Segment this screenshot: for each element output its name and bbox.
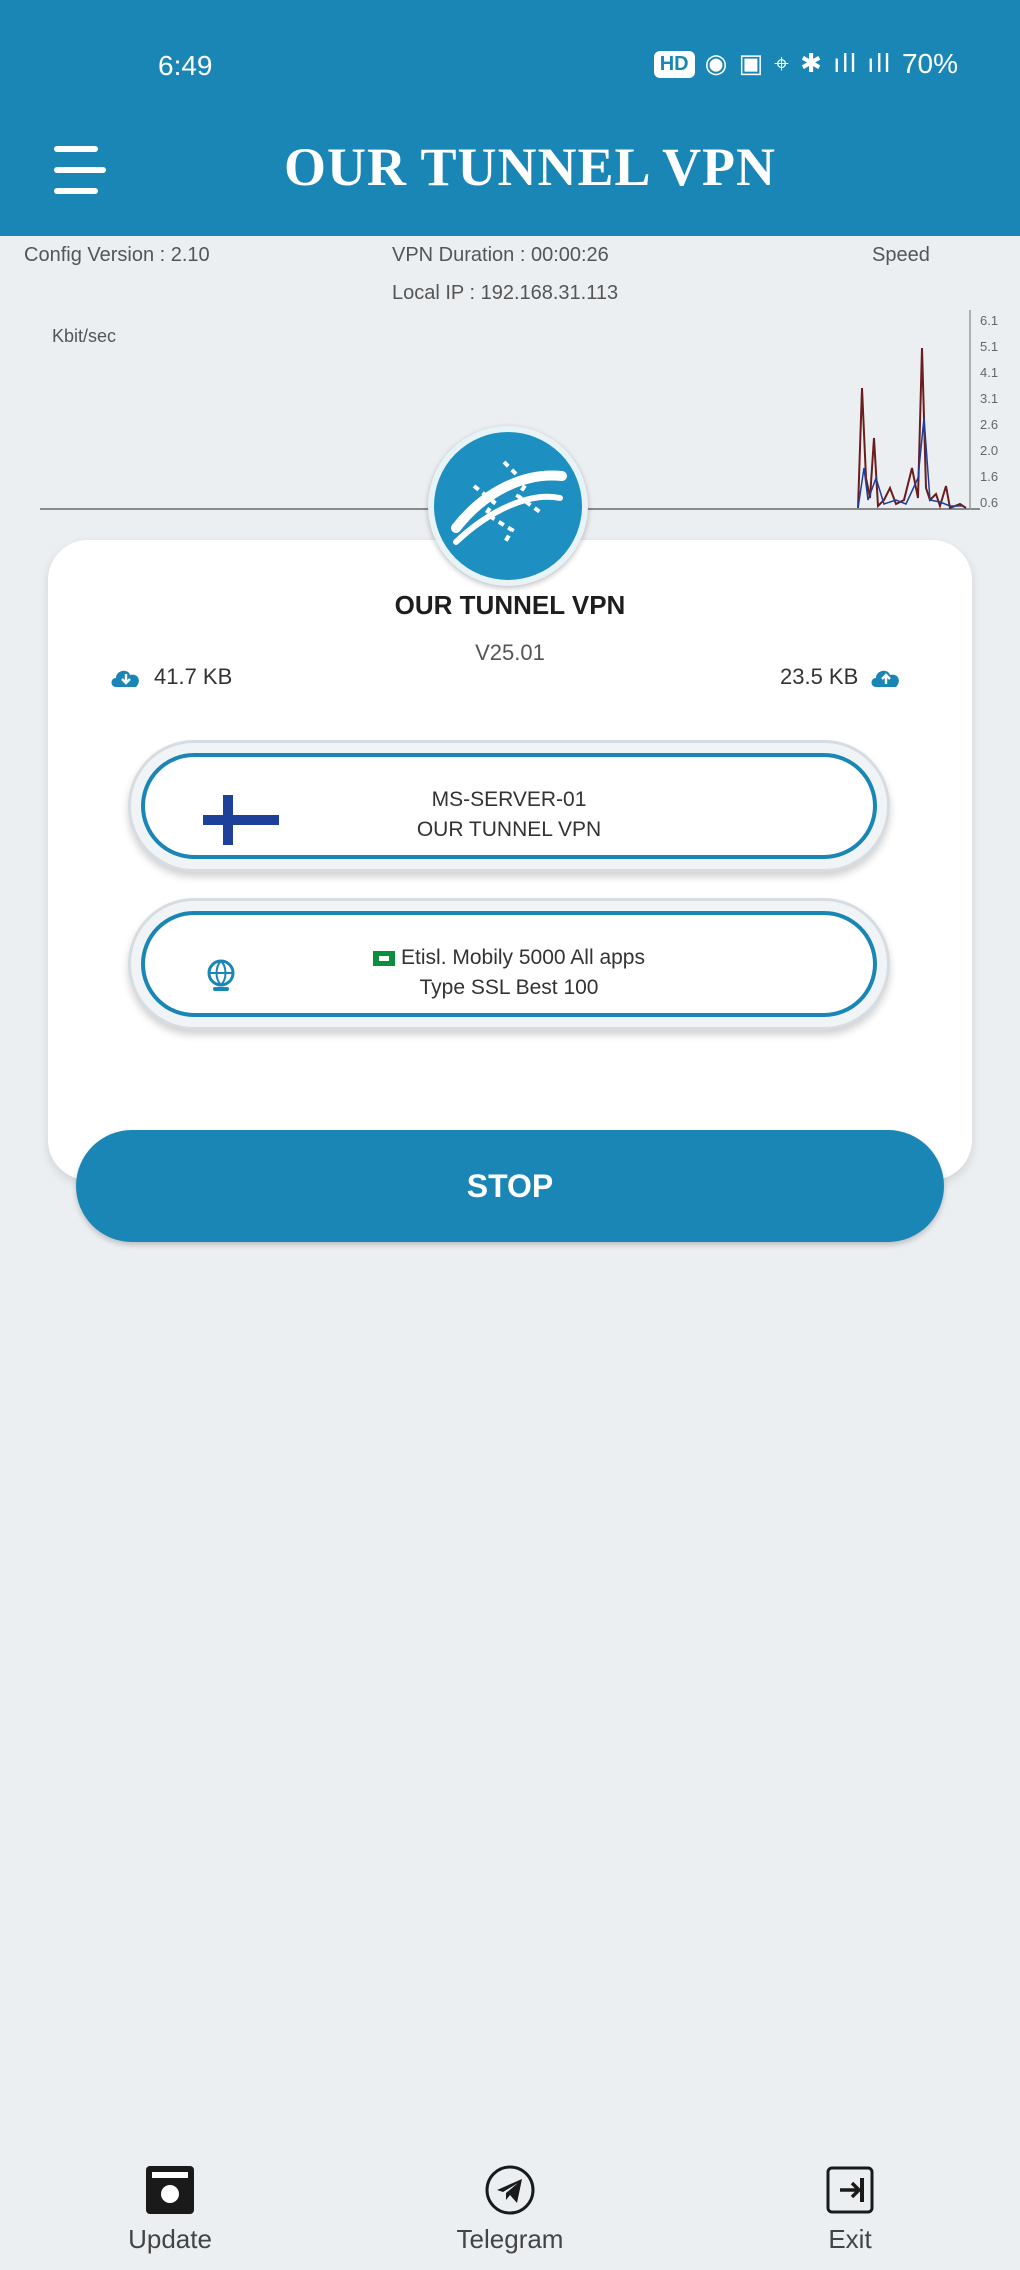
- graph-tick: 5.1: [980, 339, 999, 354]
- graph-tick: 0.6: [980, 495, 999, 510]
- download-amount: 41.7 KB: [154, 664, 233, 689]
- payload-selector[interactable]: Etisl. Mobily 5000 All apps Type SSL Bes…: [128, 898, 890, 1030]
- cloud-download-icon: [111, 670, 139, 687]
- signal-icons: ◉ ▣ ⌖ ✱ ıll ıll: [704, 48, 892, 78]
- graph-tick: 1.6: [980, 469, 999, 484]
- telegram-icon: [485, 2165, 535, 2215]
- status-time: 6:49: [158, 50, 213, 81]
- bottom-navigation: Update Telegram Exit: [0, 2150, 1020, 2270]
- nav-exit[interactable]: Exit: [750, 2150, 950, 2255]
- payload-line2: Type SSL Best 100: [419, 976, 599, 999]
- server-name: MS-SERVER-01: [431, 788, 587, 811]
- upload-amount: 23.5 KB: [780, 664, 859, 689]
- server-selector[interactable]: MS-SERVER-01 OUR TUNNEL VPN: [128, 740, 890, 872]
- nav-telegram[interactable]: Telegram: [410, 2150, 610, 2255]
- status-icons: HD ◉ ▣ ⌖ ✱ ıll ıll 70%: [653, 48, 958, 80]
- app-bar: 6:49 HD ◉ ▣ ⌖ ✱ ıll ıll 70% OUR TUNNEL V…: [0, 0, 1020, 236]
- download-counter: 41.7 KB: [108, 664, 232, 690]
- payload-info: Etisl. Mobily 5000 All apps Type SSL Bes…: [145, 943, 873, 1003]
- cloud-upload-icon: [871, 670, 900, 687]
- graph-tick: 3.1: [980, 391, 999, 406]
- graph-tick: 2.0: [980, 443, 999, 458]
- tunnel-logo-icon: [438, 436, 578, 576]
- nav-exit-label: Exit: [828, 2224, 872, 2254]
- server-provider: OUR TUNNEL VPN: [416, 818, 602, 841]
- nav-update[interactable]: Update: [70, 2150, 270, 2255]
- hd-indicator: HD: [653, 50, 695, 78]
- app-logo: [428, 426, 588, 586]
- payload-name: Etisl. Mobily 5000 All apps: [401, 946, 645, 969]
- payload-line1: Etisl. Mobily 5000 All apps: [145, 943, 873, 973]
- update-icon: [146, 2166, 194, 2214]
- app-version: V25.01: [475, 640, 545, 665]
- graph-tick: 2.6: [980, 417, 999, 432]
- nav-telegram-label: Telegram: [456, 2224, 564, 2254]
- server-selector-inner: MS-SERVER-01 OUR TUNNEL VPN: [141, 753, 877, 859]
- exit-icon: [826, 2166, 874, 2214]
- status-bar: 6:49 HD ◉ ▣ ⌖ ✱ ıll ıll 70%: [0, 44, 1020, 84]
- payload-selector-inner: Etisl. Mobily 5000 All apps Type SSL Bes…: [141, 911, 877, 1017]
- battery-level: 70%: [901, 48, 958, 79]
- stop-button[interactable]: STOP: [76, 1130, 944, 1242]
- graph-tick: 4.1: [980, 365, 999, 380]
- graph-tick: 6.1: [980, 313, 999, 328]
- graph-tick-labels: 6.1 5.1 4.1 3.1 2.6 2.0 1.6 0.6: [980, 308, 1020, 516]
- server-info: MS-SERVER-01 OUR TUNNEL VPN: [145, 785, 873, 845]
- app-title: OUR TUNNEL VPN: [283, 137, 777, 197]
- nav-update-label: Update: [128, 2224, 212, 2254]
- upload-counter: 23.5 KB: [780, 664, 904, 690]
- saudi-flag-icon: [373, 951, 396, 966]
- brand-name: OUR TUNNEL VPN: [394, 590, 626, 620]
